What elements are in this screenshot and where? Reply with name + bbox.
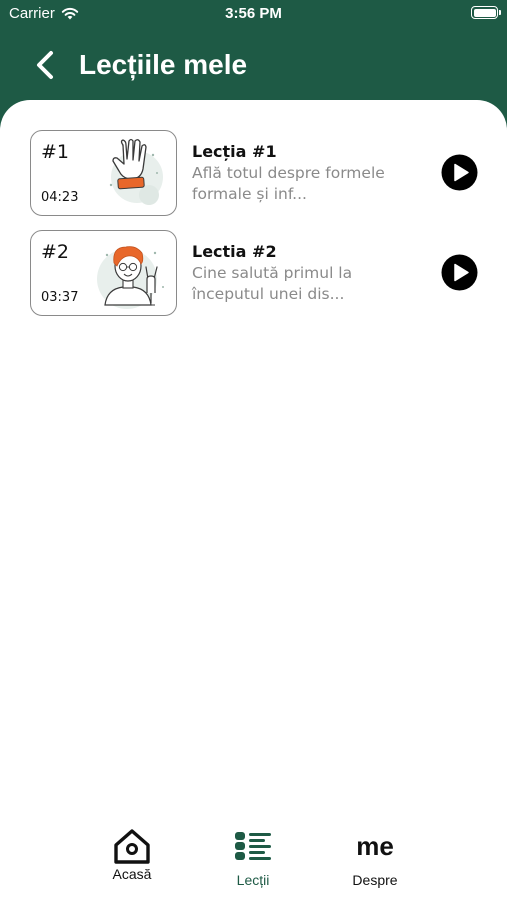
lesson-title: Lectia #2 xyxy=(192,242,277,261)
lesson-description: Află totul despre formele formale și inf… xyxy=(192,164,385,203)
status-time: 3:56 PM xyxy=(225,5,282,22)
lesson-number: #1 xyxy=(41,141,70,163)
tab-about[interactable]: me Despre xyxy=(320,826,430,892)
back-button[interactable] xyxy=(28,46,62,84)
header: Lecțiile mele xyxy=(0,28,507,108)
lessons-list: #1 04:23 Lecția #1 Află totul despre for… xyxy=(0,100,507,900)
play-button[interactable] xyxy=(441,154,478,191)
lesson-title: Lecția #1 xyxy=(192,142,277,161)
waving-hand-illustration xyxy=(109,138,163,205)
tab-home[interactable]: Acasă xyxy=(77,826,187,892)
list-icon xyxy=(198,826,308,866)
lesson-duration: 03:37 xyxy=(41,290,79,305)
tab-bar: Acasă Lecții me Despre xyxy=(0,820,507,900)
tab-about-label: Despre xyxy=(352,872,398,888)
lesson-number: #2 xyxy=(41,241,70,263)
tab-home-label: Acasă xyxy=(112,866,152,882)
battery-icon xyxy=(471,6,501,19)
tab-lessons[interactable]: Lecții xyxy=(198,826,308,892)
lesson-row-1[interactable]: #1 04:23 Lecția #1 Află totul despre for… xyxy=(30,130,490,216)
lesson-thumbnail: #1 04:23 xyxy=(30,130,177,216)
person-peace-sign-illustration xyxy=(97,246,164,309)
lesson-thumbnail: #2 03:37 xyxy=(30,230,177,316)
play-button[interactable] xyxy=(441,254,478,291)
me-text-icon: me xyxy=(356,831,394,861)
status-bar: Carrier 3:56 PM xyxy=(0,0,507,28)
home-icon xyxy=(77,826,187,866)
lesson-description: Cine salută primul la începutul unei dis… xyxy=(192,264,353,303)
tab-lessons-label: Lecții xyxy=(236,872,270,888)
lesson-row-2[interactable]: #2 03:37 Lectia #2 Cine salută primul la… xyxy=(30,230,490,316)
lesson-duration: 04:23 xyxy=(41,190,79,205)
chevron-left-icon xyxy=(37,51,53,79)
page-title: Lecțiile mele xyxy=(79,49,248,80)
